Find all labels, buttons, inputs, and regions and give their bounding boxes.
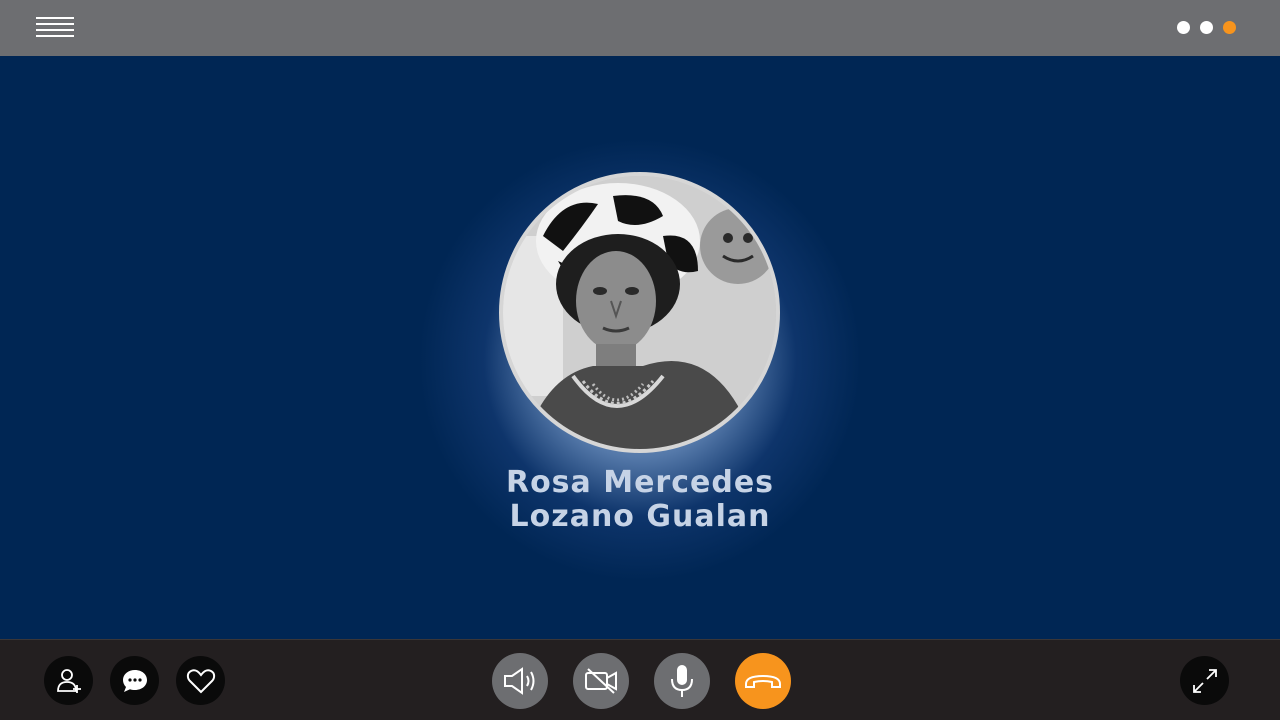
favorite-button[interactable]	[176, 656, 225, 705]
caller-name: Rosa Mercedes Lozano Gualan	[440, 466, 840, 534]
speaker-icon	[504, 667, 535, 695]
caller-avatar-photo	[503, 176, 776, 449]
heart-icon	[186, 668, 215, 693]
add-contact-button[interactable]	[44, 656, 93, 705]
video-off-icon	[585, 668, 617, 694]
microphone-button[interactable]	[654, 653, 710, 709]
fullscreen-button[interactable]	[1180, 656, 1229, 705]
caller-avatar	[499, 172, 780, 453]
page-indicator[interactable]	[1177, 21, 1236, 34]
chat-button[interactable]	[110, 656, 159, 705]
page-dot-3-active[interactable]	[1223, 21, 1236, 34]
fullscreen-expand-icon	[1192, 668, 1217, 693]
caller-name-line2: Lozano Gualan	[509, 499, 771, 534]
hang-up-phone-icon	[745, 674, 781, 688]
video-toggle-button[interactable]	[573, 653, 629, 709]
call-controls-bar	[0, 639, 1280, 720]
call-stage: Rosa Mercedes Lozano Gualan	[0, 56, 1280, 639]
microphone-icon	[671, 665, 693, 697]
speaker-button[interactable]	[492, 653, 548, 709]
hamburger-menu-icon[interactable]	[34, 14, 76, 42]
top-bar	[0, 0, 1280, 56]
hang-up-button[interactable]	[735, 653, 791, 709]
page-dot-1[interactable]	[1177, 21, 1190, 34]
page-dot-2[interactable]	[1200, 21, 1213, 34]
chat-bubble-icon	[122, 669, 147, 692]
caller-name-line1: Rosa Mercedes	[505, 465, 775, 500]
add-contact-icon	[56, 668, 81, 693]
